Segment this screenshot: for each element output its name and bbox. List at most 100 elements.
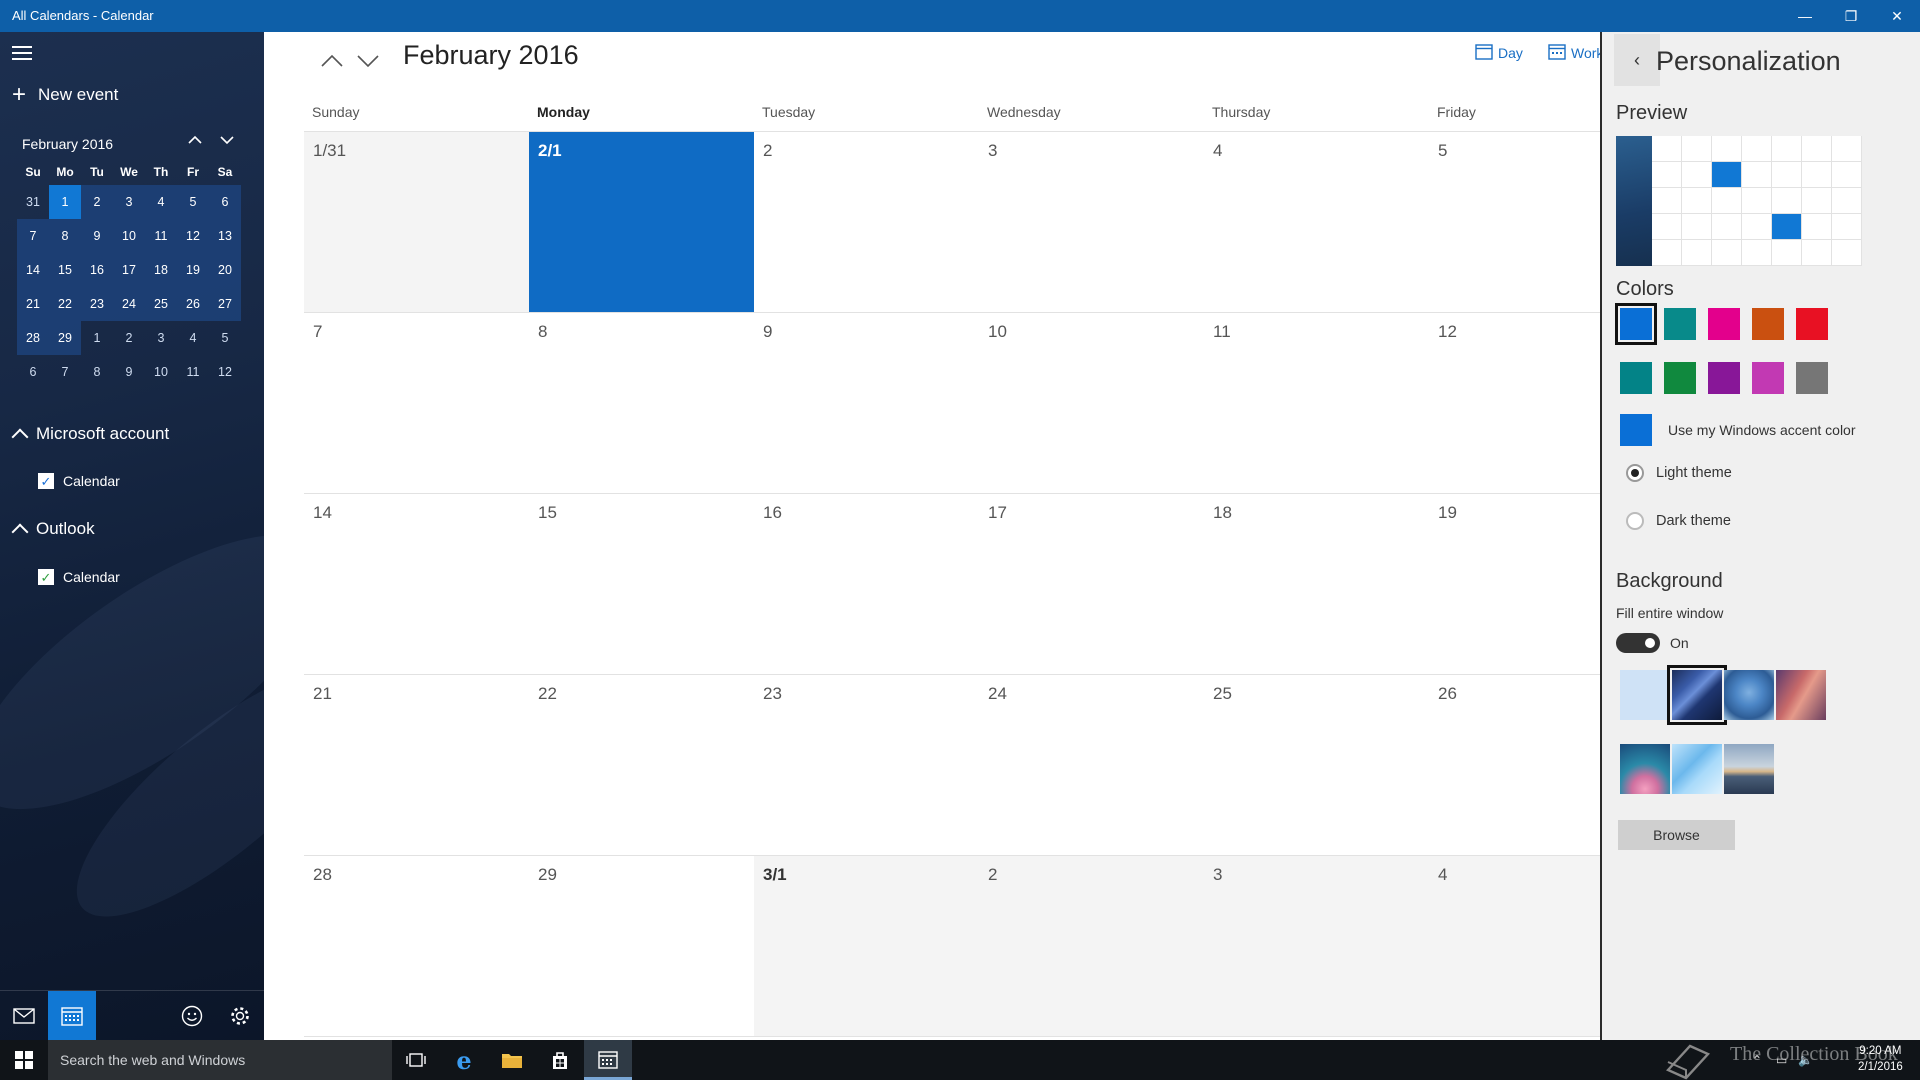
mini-calendar-day[interactable]: 28 [17,321,49,355]
day-cell[interactable]: 15 [529,494,754,674]
background-thumb-abstract[interactable] [1620,744,1670,794]
mini-calendar-day[interactable]: 6 [17,355,49,389]
mini-calendar-day[interactable]: 31 [17,185,49,219]
radio-selected-icon[interactable] [1626,464,1644,482]
mini-calendar-day[interactable]: 8 [81,355,113,389]
mini-calendar-day[interactable]: 11 [177,355,209,389]
background-thumb-plain-blue[interactable] [1620,670,1670,720]
feedback-smiley-icon[interactable] [168,991,216,1040]
day-cell[interactable]: 22 [529,675,754,855]
mini-calendar-prev-icon[interactable] [184,132,206,148]
day-cell[interactable]: 24 [979,675,1204,855]
mini-calendar-day[interactable]: 9 [113,355,145,389]
edge-browser-icon[interactable]: e [440,1040,488,1080]
mini-calendar-day[interactable]: 10 [145,355,177,389]
next-month-icon[interactable] [353,46,383,76]
microsoft-account-section[interactable]: Microsoft account [11,424,169,446]
day-cell[interactable]: 16 [754,494,979,674]
mini-calendar-next-icon[interactable] [216,132,238,148]
mini-calendar-day[interactable]: 3 [145,321,177,355]
system-clock[interactable]: 9:20 AM 2/1/2016 [1858,1043,1903,1075]
day-cell[interactable]: 29 [529,856,754,1036]
color-swatch[interactable] [1796,362,1828,394]
day-cell[interactable]: 28 [304,856,529,1036]
calendar-app-icon[interactable] [48,991,96,1040]
today-cell[interactable]: 2/1 [529,132,754,312]
background-thumb-crystal[interactable] [1672,744,1722,794]
toggle-switch[interactable] [1616,633,1660,653]
mini-calendar-day[interactable]: 5 [209,321,241,355]
day-cell[interactable]: 3 [1204,856,1429,1036]
back-button[interactable]: ‹ [1614,34,1660,86]
day-cell[interactable]: 25 [1204,675,1429,855]
background-thumb-tree[interactable] [1724,670,1774,720]
dark-theme-option[interactable]: Dark theme [1626,512,1731,530]
color-swatch[interactable] [1708,308,1740,340]
previous-month-icon[interactable] [317,46,347,76]
color-swatch[interactable] [1664,362,1696,394]
mini-calendar-day[interactable]: 6 [209,185,241,219]
browse-button[interactable]: Browse [1618,820,1735,850]
day-cell[interactable]: 11 [1204,313,1429,493]
restore-button[interactable]: ❐ [1828,0,1874,32]
day-cell[interactable]: 18 [1204,494,1429,674]
day-cell[interactable]: 23 [754,675,979,855]
taskbar-search-box[interactable]: Search the web and Windows [48,1040,392,1080]
mini-calendar-day[interactable]: 19 [177,253,209,287]
mini-calendar-day[interactable]: 26 [177,287,209,321]
day-cell[interactable]: 2 [979,856,1204,1036]
mini-calendar-day[interactable]: 10 [113,219,145,253]
close-button[interactable]: ✕ [1874,0,1920,32]
accent-color-swatch[interactable] [1620,414,1652,446]
color-swatch[interactable] [1620,362,1652,394]
task-view-icon[interactable] [392,1040,440,1080]
mini-calendar-day[interactable]: 4 [177,321,209,355]
checkbox-checked-icon[interactable]: ✓ [38,569,54,585]
mini-calendar-day[interactable]: 7 [17,219,49,253]
mini-calendar-day[interactable]: 24 [113,287,145,321]
day-cell[interactable]: 7 [304,313,529,493]
background-thumb-canyon[interactable] [1776,670,1826,720]
windows-accent-option[interactable]: Use my Windows accent color [1620,414,1856,446]
mini-calendar-day[interactable]: 20 [209,253,241,287]
mini-calendar-day[interactable]: 1 [81,321,113,355]
day-cell[interactable]: 4 [1204,132,1429,312]
day-cell[interactable]: 1/31 [304,132,529,312]
store-icon[interactable] [536,1040,584,1080]
mini-calendar-day[interactable]: 12 [209,355,241,389]
radio-unselected-icon[interactable] [1626,512,1644,530]
file-explorer-icon[interactable] [488,1040,536,1080]
mini-calendar-day[interactable]: 4 [145,185,177,219]
mini-calendar-day[interactable]: 7 [49,355,81,389]
day-cell[interactable]: 14 [304,494,529,674]
mini-calendar-day[interactable]: 2 [81,185,113,219]
mini-calendar-day[interactable]: 27 [209,287,241,321]
color-swatch[interactable] [1796,308,1828,340]
background-thumb-sunset-lake[interactable] [1724,744,1774,794]
calendar-toggle-outlook[interactable]: ✓ Calendar [38,569,120,585]
calendar-toggle-microsoft[interactable]: ✓ Calendar [38,473,120,489]
day-cell[interactable]: 17 [979,494,1204,674]
mini-calendar-day[interactable]: 23 [81,287,113,321]
mini-calendar-day[interactable]: 29 [49,321,81,355]
mini-calendar-day[interactable]: 13 [209,219,241,253]
hamburger-menu-icon[interactable] [12,46,32,60]
settings-gear-icon[interactable] [216,991,264,1040]
mini-calendar-day[interactable]: 16 [81,253,113,287]
color-swatch[interactable] [1752,362,1784,394]
day-cell[interactable]: 9 [754,313,979,493]
mini-calendar-day[interactable]: 25 [145,287,177,321]
day-view-button[interactable]: Day [1475,43,1523,63]
mini-calendar-day[interactable]: 9 [81,219,113,253]
new-event-button[interactable]: + New event [12,83,118,107]
color-swatch[interactable] [1708,362,1740,394]
color-swatch-selected[interactable] [1615,303,1657,345]
start-button[interactable] [0,1040,48,1080]
light-theme-option[interactable]: Light theme [1626,464,1732,482]
color-swatch[interactable] [1664,308,1696,340]
day-cell[interactable]: 3 [979,132,1204,312]
mini-calendar-day[interactable]: 14 [17,253,49,287]
mini-calendar-title[interactable]: February 2016 [22,136,113,152]
day-cell[interactable]: 2 [754,132,979,312]
mini-calendar-day[interactable]: 21 [17,287,49,321]
